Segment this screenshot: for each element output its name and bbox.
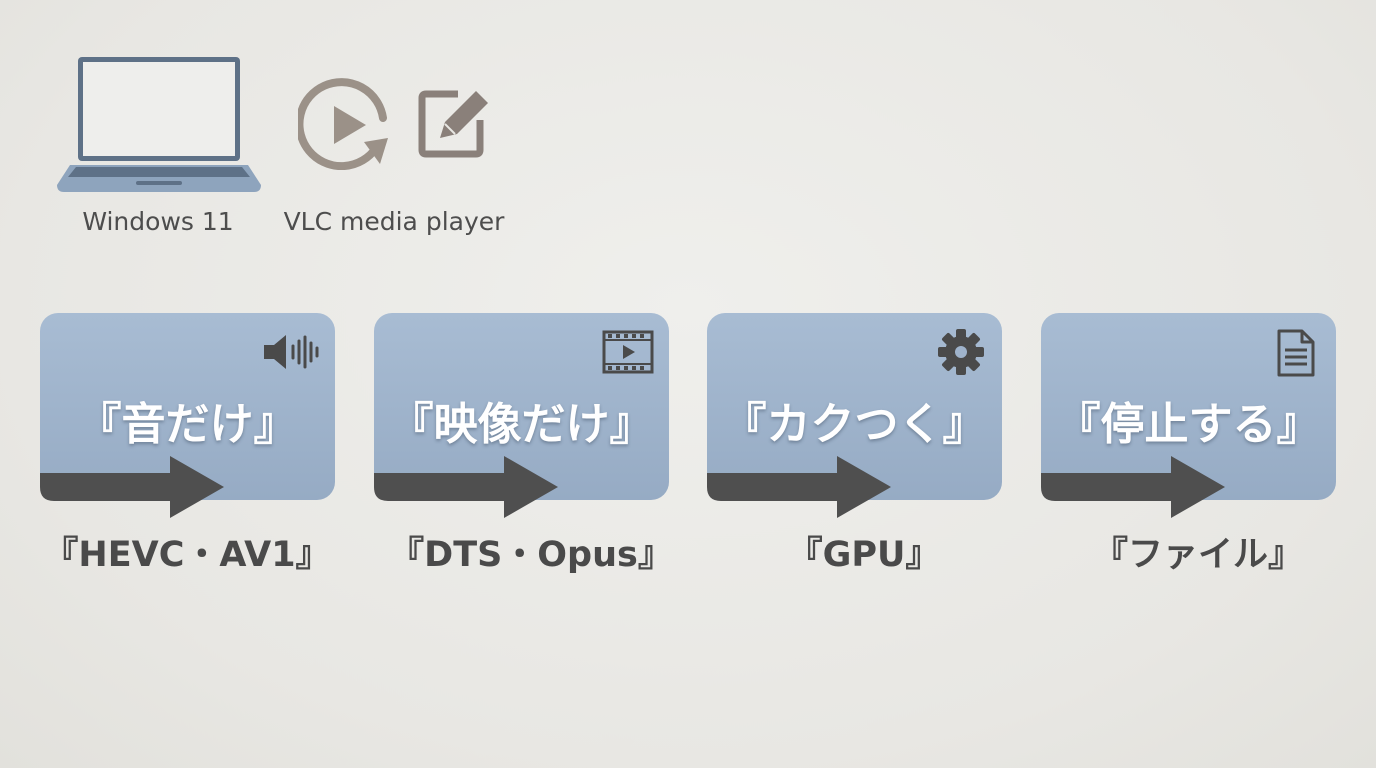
- app-label: VLC media player: [283, 207, 505, 236]
- card-title: 『停止する』: [1056, 399, 1321, 450]
- card-subtitle: 『ファイル』: [1092, 535, 1303, 575]
- card-title: 『映像だけ』: [389, 399, 654, 450]
- arrow-icon: [707, 456, 891, 518]
- gear-icon: [937, 328, 985, 380]
- card-title: 『音だけ』: [77, 399, 298, 450]
- play-cycle-icon: [295, 78, 394, 171]
- card-subtitle: 『DTS・Opus』: [389, 535, 673, 575]
- arrow-icon: [374, 456, 558, 518]
- card-subtitle: 『GPU』: [787, 535, 941, 575]
- film-icon: [602, 330, 654, 378]
- document-icon: [1276, 329, 1316, 381]
- os-label: Windows 11: [82, 207, 234, 236]
- laptop-icon: [56, 55, 262, 195]
- card-title: 『カクつく』: [722, 399, 987, 450]
- edit-icon: [418, 84, 494, 158]
- speaker-icon: [262, 333, 322, 375]
- arrow-icon: [1041, 456, 1225, 518]
- card-subtitle: 『HEVC・AV1』: [43, 535, 331, 575]
- arrow-icon: [40, 456, 224, 518]
